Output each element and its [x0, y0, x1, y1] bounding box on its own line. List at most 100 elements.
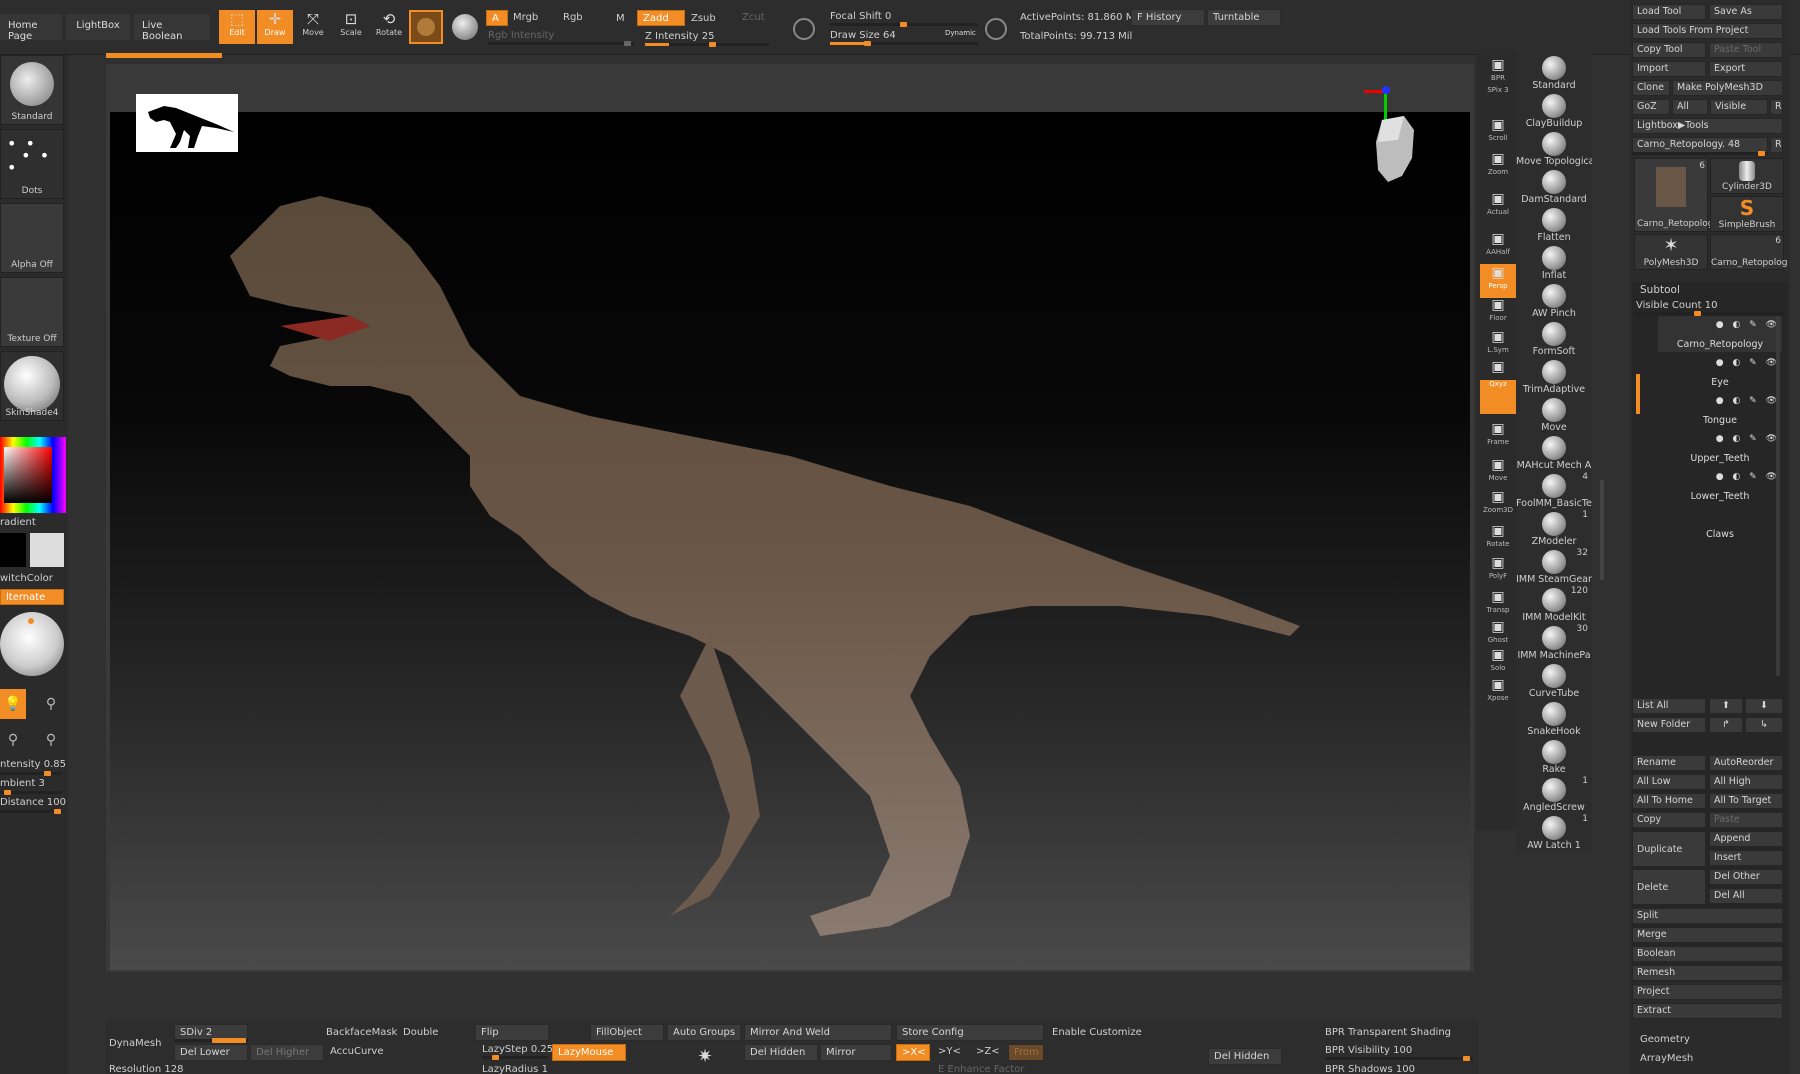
focal-s-icon[interactable] — [793, 18, 815, 40]
bpr-transparent-shading-button[interactable]: BPR Transparent Shading — [1325, 1027, 1451, 1038]
lightbox-tools-button[interactable]: Lightbox▶Tools — [1632, 118, 1783, 134]
bpr-visibility-knob[interactable] — [1463, 1056, 1470, 1061]
symmetry-x-button[interactable]: >X< — [896, 1044, 930, 1061]
carno-r-button[interactable]: R — [1770, 137, 1783, 153]
all-low-button[interactable]: All Low — [1632, 774, 1706, 790]
symmetry-z-button[interactable]: >Z< — [976, 1046, 1000, 1057]
nav-item-12[interactable]: ▣ Move — [1480, 456, 1516, 490]
lazyradius-slider[interactable]: LazyRadius 1 — [482, 1064, 548, 1074]
store-config-button[interactable]: Store Config — [896, 1024, 1044, 1041]
nav-item-14[interactable]: ▣ Rotate — [1480, 522, 1516, 556]
lazystep-track[interactable] — [482, 1055, 548, 1060]
nav-item-10[interactable]: Qxyz — [1480, 380, 1516, 414]
bpr-visibility-track[interactable] — [1325, 1056, 1473, 1061]
new-folder-button[interactable]: New Folder — [1632, 717, 1706, 733]
backfacemask-button[interactable]: BackfaceMask — [326, 1027, 397, 1038]
del-lower-button[interactable]: Del Lower — [174, 1044, 248, 1061]
brush-shelf-scrollbar[interactable] — [1600, 480, 1604, 580]
light-bulb-4-icon[interactable]: ⚲ — [38, 725, 64, 755]
project-button[interactable]: Project — [1632, 984, 1783, 1000]
draw-size-slider[interactable]: Draw Size 64 — [830, 30, 896, 41]
from-button[interactable]: From — [1008, 1044, 1044, 1061]
copy-button[interactable]: Copy — [1632, 812, 1706, 828]
rgb-button[interactable]: Rgb — [563, 12, 583, 23]
subtool-toggle-icons[interactable]: ● ◐ ✎ 👁 — [1716, 358, 1780, 368]
del-other-button[interactable]: Del Other — [1709, 869, 1783, 885]
brush-item[interactable]: Standard — [1516, 54, 1592, 92]
goz-r-button[interactable]: R — [1770, 99, 1783, 115]
brush-item[interactable]: DamStandard — [1516, 168, 1592, 206]
brush-standard-tile[interactable]: Standard — [0, 55, 64, 125]
boolean-button[interactable]: Boolean — [1632, 946, 1783, 962]
rename-button[interactable]: Rename — [1632, 755, 1706, 771]
m-button[interactable]: M — [616, 13, 625, 24]
scale-button[interactable]: ⊡ Scale — [333, 10, 369, 44]
brush-item[interactable]: MAHcut Mech A — [1516, 434, 1592, 472]
mirror-and-weld-button[interactable]: Mirror And Weld — [744, 1024, 892, 1041]
subtool-toggle-icons[interactable]: ● ◐ ✎ 👁 — [1716, 472, 1780, 482]
auto-reorder-button[interactable]: AutoReorder — [1709, 755, 1783, 771]
dinosaur-model[interactable] — [170, 136, 1370, 956]
dynamic-toggle[interactable]: Dynamic — [945, 29, 976, 37]
brush-item[interactable]: CurveTube — [1516, 662, 1592, 700]
z-intensity-knob[interactable] — [709, 42, 716, 47]
goz-all-button[interactable]: All — [1672, 99, 1708, 115]
focal-shift-track[interactable] — [830, 22, 978, 27]
brush-item[interactable]: Move Topologica — [1516, 130, 1592, 168]
carno-retopology-slider[interactable]: Carno_Retopology. 48 — [1632, 137, 1768, 153]
subtool-row[interactable]: Claws — [1658, 506, 1782, 542]
nav-item-8[interactable]: ▣ L.Sym — [1480, 328, 1516, 362]
nav-item-3[interactable]: ▣ Zoom — [1480, 150, 1516, 184]
ambient-slider[interactable]: mbient 3 — [0, 778, 45, 789]
subtool-toggle-icons[interactable]: ● ◐ ✎ 👁 — [1716, 396, 1780, 406]
visible-count-slider[interactable]: Visible Count 10 — [1636, 300, 1717, 311]
brush-item[interactable]: AngledScrew 1 — [1516, 776, 1592, 814]
sdiv-track[interactable] — [174, 1038, 248, 1043]
move-button[interactable]: ⤧ Move — [295, 10, 331, 44]
subtool-row[interactable]: ● ◐ ✎ 👁 Carno_Retopology — [1658, 316, 1782, 352]
move-up-icon[interactable]: ⬆ — [1709, 698, 1743, 714]
arraymesh-menu[interactable]: ArrayMesh — [1640, 1053, 1693, 1064]
light-intensity-slider[interactable]: ntensity 0.85 — [0, 759, 66, 770]
draw-button[interactable]: ✛ Draw — [257, 10, 293, 44]
nav-item-15[interactable]: ▣ PolyF — [1480, 554, 1516, 588]
texture-off-tile[interactable]: Texture Off — [0, 277, 64, 347]
nav-item-13[interactable]: ▣ Zoom3D — [1480, 488, 1516, 522]
nav-item-4[interactable]: ▣ Actual — [1480, 190, 1516, 224]
list-all-button[interactable]: List All — [1632, 698, 1706, 714]
mode-a-button[interactable]: A — [486, 10, 508, 26]
rgb-intensity-track[interactable] — [488, 41, 634, 46]
subtool-toggle-icons[interactable]: ● ◐ ✎ 👁 — [1716, 320, 1780, 330]
flip-button[interactable]: Flip — [475, 1024, 549, 1041]
bpr-shadows-slider[interactable]: BPR Shadows 100 — [1325, 1064, 1415, 1074]
distance-slider[interactable]: Distance 100 — [0, 797, 66, 808]
light-intensity-track[interactable] — [0, 771, 62, 776]
sphere-toggle-icon[interactable] — [452, 14, 478, 40]
subtool-row[interactable]: ● ◐ ✎ 👁 Lower_Teeth — [1658, 468, 1782, 504]
append-button[interactable]: Append — [1709, 831, 1783, 847]
nav-item-2[interactable]: ▣ Scroll — [1480, 116, 1516, 150]
load-tool-button[interactable]: Load Tool — [1632, 4, 1706, 20]
arrow-down-right-icon[interactable]: ↳ — [1745, 717, 1783, 733]
merge-button[interactable]: Merge — [1632, 927, 1783, 943]
move-down-icon[interactable]: ⬇ — [1745, 698, 1783, 714]
distance-knob[interactable] — [54, 809, 61, 814]
subtool-toggle-icons[interactable]: ● ◐ ✎ 👁 — [1716, 434, 1780, 444]
brush-item[interactable]: FormSoft — [1516, 320, 1592, 358]
alternate-button[interactable]: lternate — [0, 589, 64, 605]
focal-shift-slider[interactable]: Focal Shift 0 — [830, 11, 891, 22]
all-to-target-button[interactable]: All To Target — [1709, 793, 1783, 809]
ambient-knob[interactable] — [4, 790, 11, 795]
brush-item[interactable]: TrimAdaptive — [1516, 358, 1592, 396]
del-higher-button[interactable]: Del Higher — [250, 1044, 324, 1061]
del-all-button[interactable]: Del All — [1709, 888, 1783, 904]
geometry-menu[interactable]: Geometry — [1640, 1034, 1690, 1045]
paste-tool-button[interactable]: Paste Tool — [1709, 42, 1783, 58]
bpr-visibility-slider[interactable]: BPR Visibility 100 — [1325, 1045, 1412, 1056]
nav-item-5[interactable]: ▣ AAHalf — [1480, 230, 1516, 264]
all-to-home-button[interactable]: All To Home — [1632, 793, 1706, 809]
color-picker[interactable] — [0, 437, 66, 513]
tool-thumb-simplebrush[interactable]: S SimpleBrush — [1710, 196, 1784, 232]
nav-item-18[interactable]: ▣ Solo — [1480, 646, 1516, 680]
brush-item[interactable]: ZModeler 1 — [1516, 510, 1592, 548]
